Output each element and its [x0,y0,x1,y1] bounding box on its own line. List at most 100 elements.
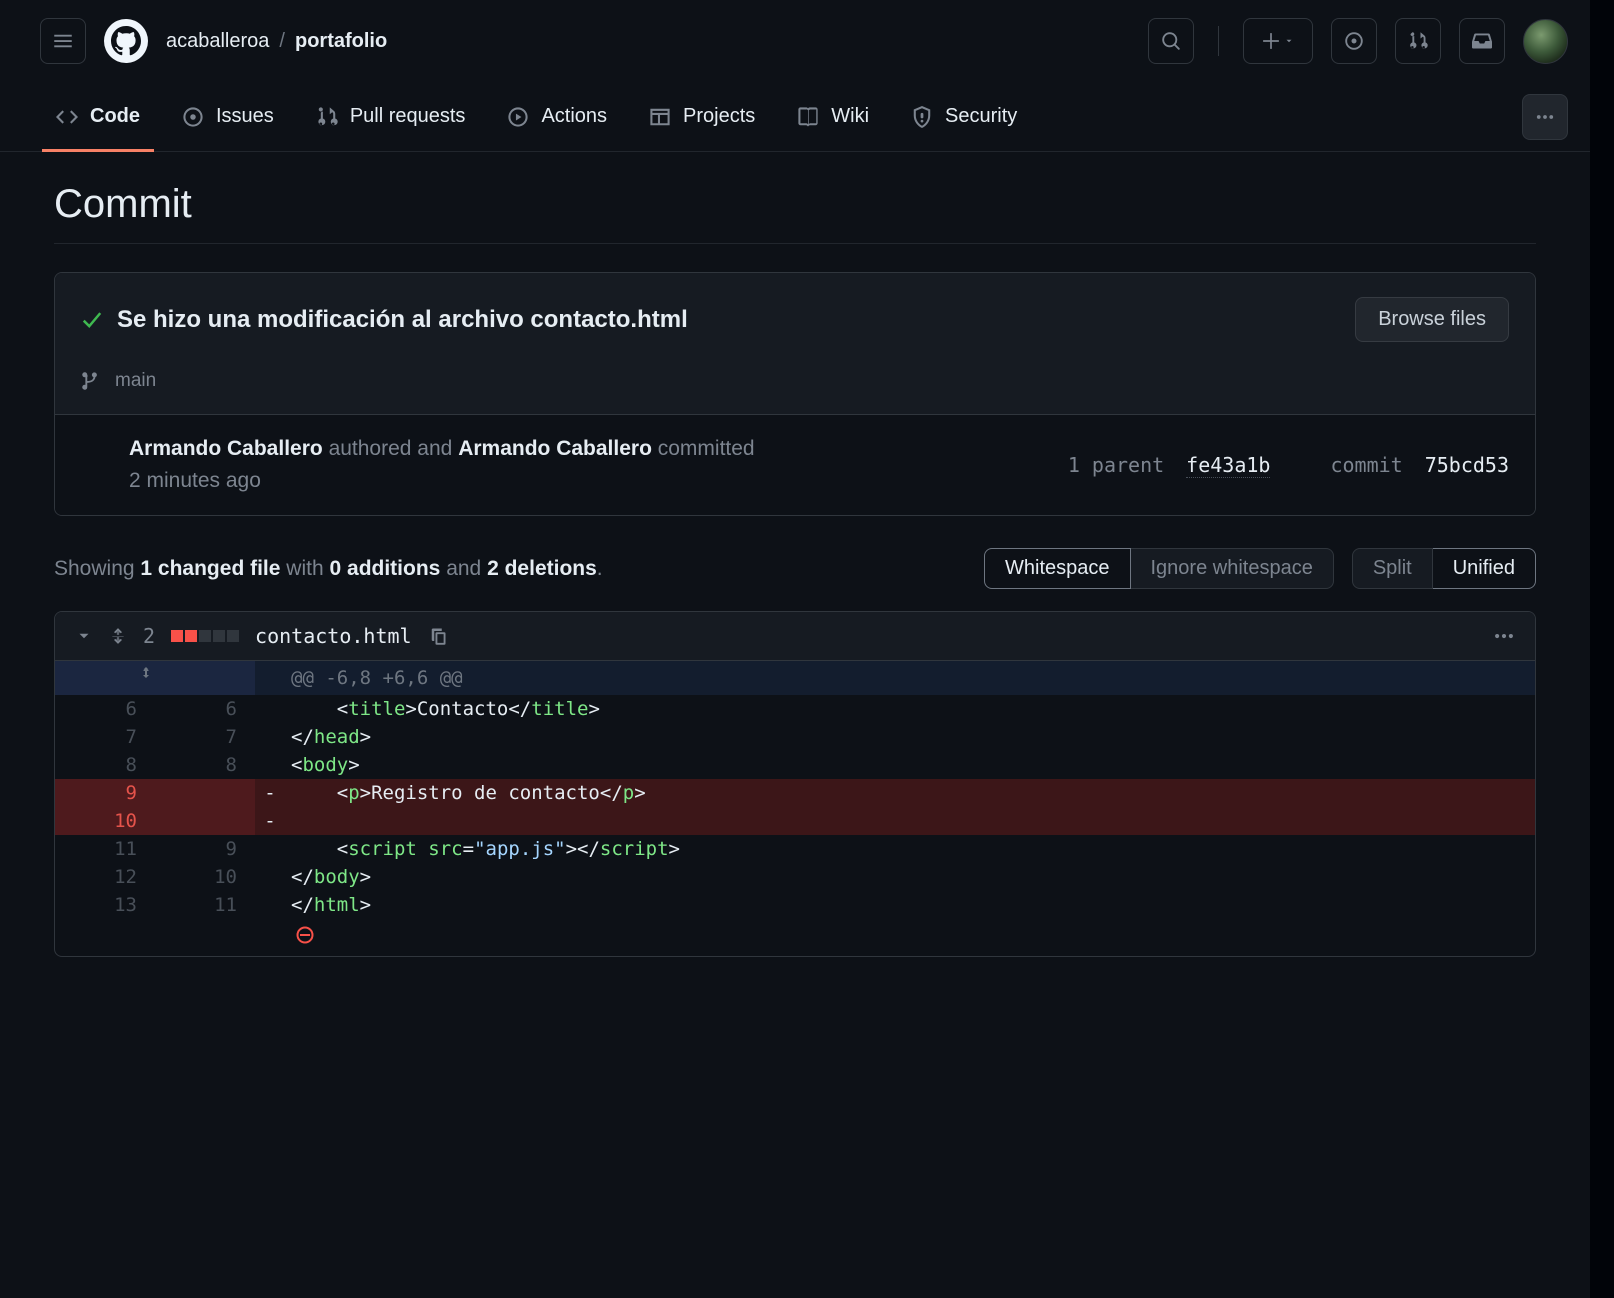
old-line-number[interactable]: 12 [55,863,155,891]
commit-sha: 75bcd53 [1425,453,1509,477]
plus-icon [1262,32,1280,50]
parent-sha[interactable]: fe43a1b [1186,453,1270,478]
github-logo[interactable] [104,19,148,63]
diff-table: @@ -6,8 +6,6 @@ 66 <title>Contacto</titl… [55,661,1535,956]
commit-time: 2 minutes ago [129,469,1068,493]
breadcrumb-owner[interactable]: acaballeroa [166,30,269,53]
old-line-number[interactable]: 6 [55,695,155,723]
avatar[interactable] [1523,19,1568,64]
code-content: </body> [285,863,1535,891]
code-content: </head> [285,723,1535,751]
pull-request-nav-icon [316,106,338,128]
branch-name[interactable]: main [115,370,156,392]
diff-sign: - [255,779,285,807]
new-line-number[interactable] [155,779,255,807]
hunk-header: @@ -6,8 +6,6 @@ [285,661,1535,695]
author-line: Armando Caballero authored and Armando C… [129,437,1068,461]
diff-sign [255,723,285,751]
tab-wiki[interactable]: Wiki [797,82,869,151]
search-icon [1161,31,1181,51]
issue-icon [182,106,204,128]
expand-all-button[interactable] [109,627,127,645]
tab-issues[interactable]: Issues [182,82,274,151]
search-button[interactable] [1148,18,1194,64]
tab-actions-label: Actions [541,105,607,128]
diff-sign [255,751,285,779]
more-tabs-button[interactable] [1522,94,1568,140]
unified-button[interactable]: Unified [1433,548,1536,589]
new-line-number[interactable]: 6 [155,695,255,723]
diff-line: 9 - <p>Registro de contacto</p> [55,779,1535,807]
new-line-number[interactable]: 7 [155,723,255,751]
code-content: <p>Registro de contacto</p> [285,779,1535,807]
new-line-number[interactable]: 10 [155,863,255,891]
top-bar: acaballeroa / portafolio [0,0,1590,82]
tab-code-label: Code [90,105,140,128]
new-line-number[interactable] [155,807,255,835]
tab-pulls-label: Pull requests [350,105,466,128]
diffstat-row: Showing 1 changed file with 0 additions … [54,548,1536,589]
hamburger-icon [53,31,73,51]
diff-line: 88<body> [55,751,1535,779]
commit-meta: Armando Caballero authored and Armando C… [55,414,1535,515]
new-line-number[interactable]: 9 [155,835,255,863]
diff-line: 66 <title>Contacto</title> [55,695,1535,723]
tab-projects-label: Projects [683,105,755,128]
dot-circle-icon [1344,31,1364,51]
diff-sign: - [255,807,285,835]
diff-line: 1311</html> [55,891,1535,919]
whitespace-button[interactable]: Whitespace [984,548,1131,589]
tab-code[interactable]: Code [56,82,140,151]
browse-files-button[interactable]: Browse files [1355,297,1509,342]
file-menu-button[interactable] [1493,625,1515,647]
commit-card: Se hizo una modificación al archivo cont… [54,272,1536,516]
old-line-number[interactable]: 9 [55,779,155,807]
breadcrumb-repo[interactable]: portafolio [295,30,387,53]
pull-request-icon [1408,31,1428,51]
old-line-number[interactable]: 11 [55,835,155,863]
repo-nav: Code Issues Pull requests Actions Projec… [0,82,1590,152]
issues-button[interactable] [1331,18,1377,64]
code-icon [56,106,78,128]
inbox-button[interactable] [1459,18,1505,64]
shield-icon [911,106,933,128]
tab-security[interactable]: Security [911,82,1017,151]
file-change-count: 2 [143,624,155,648]
no-newline-row [55,919,1535,956]
ignore-whitespace-button[interactable]: Ignore whitespace [1131,548,1334,589]
diff-sign [255,695,285,723]
check-icon [81,309,103,331]
collapse-file-button[interactable] [75,627,93,645]
github-mark-icon [111,26,141,56]
file-header: 2 contacto.html [55,612,1535,661]
menu-button[interactable] [40,18,86,64]
code-content: <script src="app.js"></script> [285,835,1535,863]
whitespace-toggle: Whitespace Ignore whitespace [984,548,1334,589]
breadcrumb-separator: / [279,30,285,53]
old-line-number[interactable]: 10 [55,807,155,835]
parent-label: 1 parent [1068,453,1164,477]
new-line-number[interactable]: 8 [155,751,255,779]
commit-header: Se hizo una modificación al archivo cont… [55,273,1535,414]
diff-line: 119 <script src="app.js"></script> [55,835,1535,863]
split-button[interactable]: Split [1352,548,1433,589]
expand-hunk-button[interactable] [55,661,255,695]
file-name[interactable]: contacto.html [255,624,412,648]
code-content [285,807,1535,835]
tab-actions[interactable]: Actions [507,82,607,151]
diff-sign [255,863,285,891]
old-line-number[interactable]: 8 [55,751,155,779]
hunk-header-row: @@ -6,8 +6,6 @@ [55,661,1535,695]
no-newline-icon [295,925,315,945]
new-line-number[interactable]: 11 [155,891,255,919]
diff-line: 1210 </body> [55,863,1535,891]
tab-pulls[interactable]: Pull requests [316,82,466,151]
pull-requests-button[interactable] [1395,18,1441,64]
create-menu-button[interactable] [1243,18,1313,64]
tab-wiki-label: Wiki [831,105,869,128]
divider [1218,26,1219,56]
old-line-number[interactable]: 13 [55,891,155,919]
old-line-number[interactable]: 7 [55,723,155,751]
tab-projects[interactable]: Projects [649,82,755,151]
copy-path-button[interactable] [428,626,448,646]
